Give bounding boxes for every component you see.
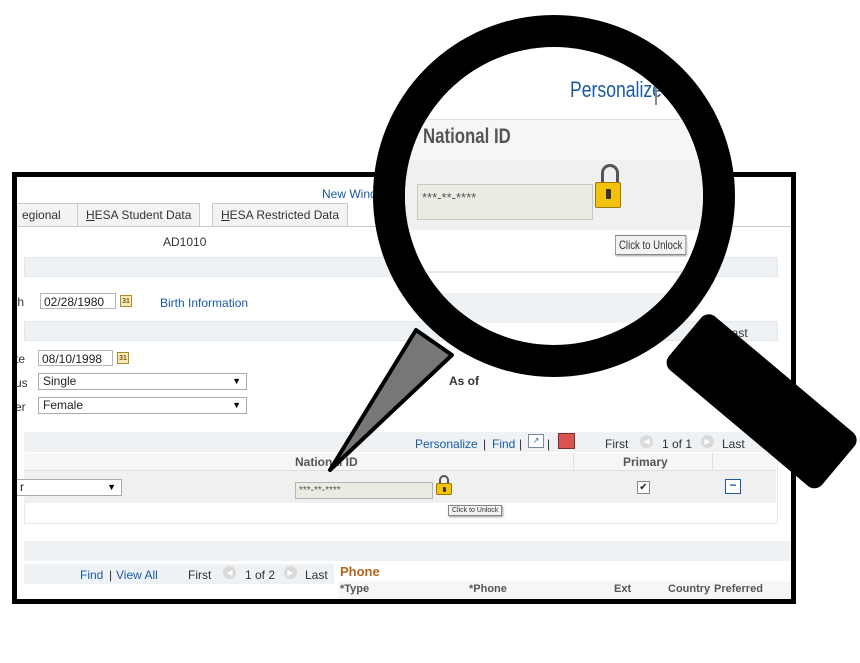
magnified-lock-icon [595,164,625,210]
magnified-section-bar [405,293,703,323]
magnified-national-id-field: ***-**-**** [417,184,593,220]
magnified-divider [405,271,703,273]
magnifier-lens: Personalize National ID ***-**-**** Clic… [405,47,703,345]
magnified-click-to-unlock-tooltip: Click to Unlock [615,235,687,255]
magnified-separator [655,83,657,105]
callout-cone [328,328,454,472]
magnified-personalize-link: Personalize [570,77,662,102]
magnified-national-id-header: National ID [423,125,511,148]
